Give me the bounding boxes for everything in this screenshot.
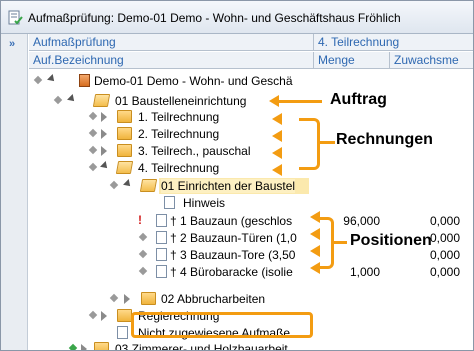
- rechnungen-arrow-icon: [272, 147, 282, 159]
- tree-label: 1. Teilrechnung: [138, 110, 220, 124]
- tree-label: 03 Zimmerer- und Holzbauarbeit: [115, 342, 288, 351]
- tree-row[interactable]: ! † 1 Bauzaun (geschlos 96,000 0,000: [29, 213, 473, 230]
- window-title: Aufmaßprüfung: Demo-01 Demo - Wohn- und …: [28, 11, 401, 25]
- folder-icon: [94, 342, 109, 350]
- tree-label: 4. Teilrechnung: [138, 161, 220, 175]
- folder-icon: [117, 110, 132, 123]
- tree-row[interactable]: Demo-01 Demo - Wohn- und Geschä: [29, 73, 473, 90]
- tree-row[interactable]: 1. Teilrechnung: [29, 109, 473, 126]
- column-header-bezeichnung[interactable]: Auf.Bezeichnung: [29, 52, 314, 69]
- status-diamond-icon: [109, 293, 119, 303]
- status-diamond-icon: [53, 95, 63, 105]
- expand-arrow-icon[interactable]: [101, 146, 107, 156]
- status-diamond-icon: [138, 232, 148, 242]
- position-icon: [156, 265, 167, 278]
- status-diamond-icon: [68, 343, 78, 350]
- unassigned-highlight-box: [131, 312, 313, 338]
- tree-label: † 1 Bauzaun (geschlos: [170, 214, 293, 228]
- status-diamond-icon: [88, 111, 98, 121]
- main-window: Aufmaßprüfung: Demo-01 Demo - Wohn- und …: [0, 0, 474, 351]
- position-icon: [156, 248, 167, 261]
- header-group-teilrechnung[interactable]: 4. Teilrechnung: [314, 34, 473, 51]
- status-diamond-icon: [33, 75, 43, 85]
- zuwachs-value: 0,000: [429, 248, 460, 262]
- position-icon: [156, 231, 167, 244]
- positionen-arrow-icon: [310, 262, 320, 274]
- folder-open-icon: [139, 179, 158, 192]
- tree-row[interactable]: 03 Zimmerer- und Holzbauarbeit: [29, 341, 473, 351]
- expand-arrow-icon[interactable]: [101, 112, 107, 122]
- document-icon: [164, 196, 175, 209]
- header-group-aufmasspruefung[interactable]: Aufmaßprüfung: [29, 34, 314, 51]
- column-header-zuwachsmenge[interactable]: Zuwachsme: [390, 52, 473, 69]
- zuwachs-value: 0,000: [429, 265, 460, 279]
- tree-label: 2. Teilrechnung: [138, 127, 220, 141]
- positionen-arrow-icon: [310, 245, 320, 257]
- status-diamond-icon: [88, 145, 98, 155]
- status-diamond-icon: [88, 128, 98, 138]
- document-icon: [117, 326, 128, 339]
- positionen-arrow-icon: [310, 211, 320, 223]
- title-bar: Aufmaßprüfung: Demo-01 Demo - Wohn- und …: [1, 1, 473, 34]
- collapse-arrow-icon[interactable]: [47, 74, 57, 84]
- tree-label: 3. Teilrech., pauschal: [138, 144, 251, 158]
- tree-row[interactable]: 01 Baustelleneinrichtung: [29, 93, 473, 110]
- status-diamond-icon: [109, 180, 119, 190]
- tree-label: 01 Baustelleneinrichtung: [115, 94, 247, 108]
- positionen-connector: [333, 241, 347, 244]
- tree-label: † 4 Bürobaracke (isolie: [170, 265, 293, 279]
- column-header-menge[interactable]: Menge: [314, 52, 390, 69]
- rechnungen-connector: [319, 141, 335, 144]
- expand-arrow-icon[interactable]: [81, 344, 87, 350]
- folder-icon: [117, 144, 132, 157]
- tree-label: Hinweis: [183, 196, 226, 210]
- tree-grid: Demo-01 Demo - Wohn- und Geschä 01 Baust…: [29, 71, 473, 351]
- positionen-bracket: [320, 217, 334, 269]
- tree-label: 02 Abbrucharbeiten: [161, 292, 266, 306]
- rechnungen-arrow-icon: [272, 113, 282, 125]
- tree-row[interactable]: Hinweis: [29, 195, 473, 212]
- expand-panel-icon[interactable]: »: [9, 38, 15, 50]
- rechnungen-arrow-icon: [272, 130, 282, 142]
- rechnungen-annotation: Rechnungen: [336, 131, 433, 148]
- document-check-icon: [8, 10, 23, 25]
- tree-row[interactable]: 02 Abbrucharbeiten: [29, 291, 473, 308]
- tree-row[interactable]: † 4 Bürobaracke (isolie 1,000 0,000: [29, 264, 473, 281]
- tree-row[interactable]: 4. Teilrechnung: [29, 160, 473, 177]
- status-diamond-icon: [138, 266, 148, 276]
- zuwachs-value: 0,000: [429, 214, 460, 228]
- folder-icon: [117, 127, 132, 140]
- side-gutter: »: [1, 34, 28, 350]
- book-icon: [79, 74, 90, 87]
- folder-open-icon: [92, 94, 111, 107]
- tree-label: † 3 Bauzaun-Tore (3,50: [170, 248, 296, 262]
- position-icon: [156, 214, 167, 227]
- warning-icon: !: [138, 213, 142, 227]
- rechnungen-bracket: [299, 118, 320, 170]
- tree-row-selected[interactable]: 01 Einrichten der Baustel: [29, 178, 473, 195]
- auftrag-arrow-line: [277, 100, 322, 103]
- tree-label: 01 Einrichten der Baustel: [161, 179, 296, 193]
- auftrag-annotation: Auftrag: [330, 91, 387, 108]
- collapse-arrow-icon[interactable]: [67, 94, 77, 104]
- expand-arrow-icon[interactable]: [124, 294, 130, 304]
- collapse-arrow-icon[interactable]: [123, 179, 133, 189]
- status-diamond-icon: [88, 162, 98, 172]
- status-diamond-icon: [88, 310, 98, 320]
- rechnungen-arrow-icon: [272, 164, 282, 176]
- collapse-arrow-icon[interactable]: [100, 161, 110, 171]
- folder-icon: [141, 292, 156, 305]
- status-diamond-icon: [138, 249, 148, 259]
- expand-arrow-icon[interactable]: [101, 129, 107, 139]
- tree-label: Demo-01 Demo - Wohn- und Geschä: [94, 74, 293, 88]
- expand-arrow-icon[interactable]: [101, 311, 107, 321]
- folder-open-icon: [115, 161, 134, 174]
- positionen-annotation: Positionen: [350, 232, 432, 249]
- tree-label: † 2 Bauzaun-Türen (1,0: [170, 231, 297, 245]
- positionen-arrow-icon: [310, 228, 320, 240]
- folder-icon: [117, 309, 132, 322]
